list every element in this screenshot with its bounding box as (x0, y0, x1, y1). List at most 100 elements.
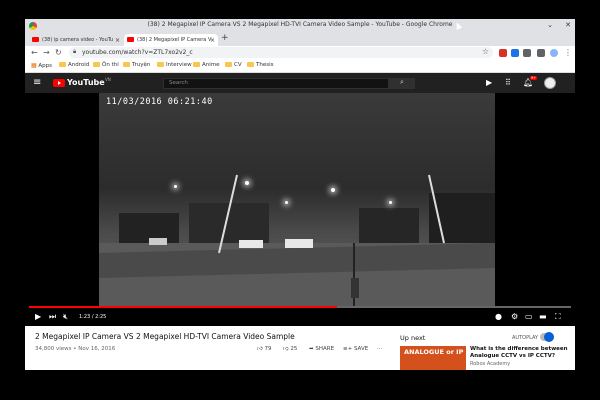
up-next-heading: Up next (400, 334, 426, 342)
extension-icon[interactable] (499, 49, 507, 57)
theater-mode-icon[interactable]: ▬ (539, 312, 547, 321)
autoplay-toggle[interactable] (540, 332, 554, 342)
autoplay-toggle-icon[interactable]: ● (495, 312, 502, 321)
hamburger-menu-icon[interactable]: ≡ (33, 77, 41, 88)
bookmark-android[interactable]: Android (59, 62, 89, 68)
avatar[interactable] (544, 77, 556, 89)
forward-icon[interactable]: → (43, 48, 50, 57)
folder-icon (193, 62, 200, 67)
bookmark-on-thi[interactable]: Ôn thi (93, 62, 119, 68)
thumbs-up-icon: 👍︎ (257, 346, 263, 352)
save-button[interactable]: ≡+ SAVE (343, 346, 368, 352)
dislike-button[interactable]: 👎︎ 25 (283, 346, 297, 352)
folder-icon (59, 62, 66, 67)
play-icon[interactable]: ▶︎ (35, 312, 41, 321)
folder-icon (93, 62, 100, 67)
street-light (245, 181, 249, 185)
profile-icon[interactable] (550, 49, 558, 57)
thumbs-down-icon: 👎︎ (283, 346, 289, 352)
folder-icon (225, 62, 232, 67)
street-light (331, 188, 335, 192)
youtube-page: ≡ YouTube VN Search ⌕ ▶︎ ⠿ 🔔︎ 9+ 11/03/2… (25, 73, 575, 370)
chrome-menu-icon[interactable]: ⋮ (564, 48, 572, 57)
apps-grid-icon: ▦ (31, 62, 37, 69)
window-title: (38) 2 Megapixel IP Camera VS 2 Megapixe… (147, 21, 453, 28)
bookmark-anime[interactable]: Anime (193, 62, 220, 68)
youtube-favicon-icon (127, 37, 134, 42)
youtube-wordmark[interactable]: YouTube (67, 78, 105, 87)
street-light (174, 185, 177, 188)
bookmarks-bar: ▦ Apps Android Ôn thi Truyện Interview A… (25, 60, 575, 73)
tab-ip-camera-video[interactable]: (38) ip camera video - YouTu × (29, 34, 123, 46)
bookmark-thesis[interactable]: Thesis (247, 62, 274, 68)
search-button[interactable]: ⌕ (389, 78, 415, 89)
search-icon: ⌕ (400, 78, 404, 86)
lock-icon: 🔒︎ (73, 48, 77, 55)
video-player[interactable]: 11/03/2016 06:21:40 ▶︎ ⏭︎ 🔇︎ 1:23 / 2:25… (25, 93, 575, 326)
notification-badge: 9+ (530, 76, 538, 80)
create-video-icon[interactable]: ▶︎ (486, 78, 492, 87)
thumbnail-text: ANALOGUE or IP (404, 348, 464, 356)
save-playlist-icon: ≡+ (343, 346, 353, 352)
progress-bar[interactable] (29, 306, 571, 308)
mute-icon[interactable]: 🔇︎ (63, 312, 68, 322)
search-placeholder: Search (169, 80, 188, 86)
player-controls: ▶︎ ⏭︎ 🔇︎ 1:23 / 2:25 ● ⚙︎ ▭ ▬ ⛶ (25, 310, 575, 326)
tab-strip: (38) ip camera video - YouTu × (38) 2 Me… (25, 33, 575, 46)
extension-icon[interactable] (523, 49, 531, 57)
youtube-logo-icon[interactable] (53, 79, 65, 87)
puzzle-extensions-icon[interactable] (537, 49, 545, 57)
address-bar[interactable]: 🔒︎ youtube.com/watch?v=ZTL7xo2v2_c ☆ (69, 47, 493, 58)
progress-fill (29, 306, 337, 308)
translate-extension-icon[interactable] (511, 49, 519, 57)
like-button[interactable]: 👍︎ 79 (257, 346, 272, 352)
share-button[interactable]: ➦ SHARE (309, 346, 334, 352)
close-window-icon[interactable]: ✕ (563, 21, 573, 29)
autoplay-label: AUTOPLAY (512, 335, 539, 341)
tab-label: (38) ip camera video - YouTu (42, 37, 114, 43)
folder-icon (157, 62, 164, 67)
bookmark-truyen[interactable]: Truyện (123, 62, 150, 68)
title-bar: (38) 2 Megapixel IP Camera VS 2 Megapixe… (25, 19, 575, 33)
video-scene (99, 174, 495, 306)
bookmark-apps[interactable]: ▦ Apps (31, 62, 52, 69)
settings-gear-icon[interactable]: ⚙︎ (511, 312, 518, 321)
minimize-icon[interactable]: ⌄ (545, 21, 555, 29)
time-display: 1:23 / 2:25 (79, 314, 107, 320)
reload-icon[interactable]: ↻ (55, 48, 62, 57)
bookmark-cv[interactable]: CV (225, 62, 242, 68)
next-video-icon[interactable]: ⏭︎ (49, 312, 56, 322)
street-light (285, 201, 288, 204)
camera-timestamp-overlay: 11/03/2016 06:21:40 (106, 97, 213, 107)
tab-label: (38) 2 Megapixel IP Camera V (137, 37, 212, 43)
close-tab-icon[interactable]: × (210, 37, 215, 44)
next-video-thumbnail[interactable]: ANALOGUE or IP (400, 346, 466, 370)
browser-toolbar: ← → ↻ 🔒︎ youtube.com/watch?v=ZTL7xo2v2_c… (25, 46, 575, 60)
next-video-title[interactable]: What is the difference between Analogue … (470, 346, 570, 359)
video-title: 2 Megapixel IP Camera VS 2 Megapixel HD-… (35, 332, 295, 341)
youtube-header: ≡ YouTube VN Search ⌕ ▶︎ ⠿ 🔔︎ 9+ (25, 73, 575, 93)
new-tab-button[interactable]: + (221, 33, 229, 43)
browser-window: (38) 2 Megapixel IP Camera VS 2 Megapixe… (25, 19, 575, 370)
folder-icon (123, 62, 130, 67)
next-video-channel[interactable]: Robox Academy (470, 361, 510, 367)
youtube-favicon-icon (32, 37, 39, 42)
apps-icon[interactable]: ⠿ (505, 78, 511, 87)
close-tab-icon[interactable]: × (115, 37, 120, 44)
toggle-knob (544, 332, 554, 342)
video-frame[interactable]: 11/03/2016 06:21:40 (99, 93, 495, 306)
bookmark-star-icon[interactable]: ☆ (482, 47, 489, 56)
search-input[interactable]: Search (163, 78, 389, 89)
street-light (389, 201, 392, 204)
tab-megapixel-camera[interactable]: (38) 2 Megapixel IP Camera V × (124, 34, 218, 46)
fullscreen-icon[interactable]: ⛶ (555, 312, 561, 322)
url-text[interactable]: youtube.com/watch?v=ZTL7xo2v2_c (82, 49, 193, 56)
bookmark-interview[interactable]: Interview (157, 62, 192, 68)
more-actions-icon[interactable]: ⋯ (377, 346, 383, 352)
folder-icon (247, 62, 254, 67)
miniplayer-icon[interactable]: ▭ (525, 312, 533, 321)
back-icon[interactable]: ← (31, 48, 38, 57)
region-code: VN (105, 77, 111, 82)
share-icon: ➦ (309, 346, 314, 352)
video-meta: 34,800 views • Nov 16, 2016 (35, 346, 116, 352)
